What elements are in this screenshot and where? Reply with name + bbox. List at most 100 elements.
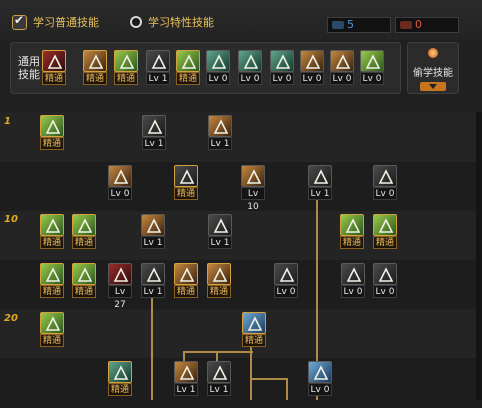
skill-slot[interactable]: Lv 0 [341,263,365,298]
skill-slot[interactable]: Lv 0 [300,50,324,85]
skill-icon [242,312,266,334]
skill-slot[interactable]: Lv 1 [208,115,232,150]
skill-slot[interactable]: 精通 [83,50,107,85]
skill-slot[interactable]: 精通 [72,263,96,298]
skill-level-tag: Lv 1 [174,383,198,396]
skill-icon [308,165,332,187]
steal-skill-label: 偷学技能 [413,68,453,79]
skill-level-tag: 精通 [42,72,66,85]
skill-icon [40,214,64,236]
skill-slot[interactable]: Lv 0 [360,50,384,85]
skill-icon [300,50,324,72]
connector-line [151,294,153,400]
skill-level-tag: 精通 [174,285,198,298]
skill-level-tag: 精通 [373,236,397,249]
skill-level-tag: 精通 [176,72,200,85]
skill-slot[interactable]: Lv 1 [174,361,198,396]
level-marker-1: 1 [4,116,11,127]
skill-icon [40,263,64,285]
skill-slot[interactable]: Lv 0 [108,165,132,200]
skill-level-tag: Lv 1 [141,285,165,298]
skill-level-tag: Lv 0 [373,187,397,200]
skill-slot[interactable]: 精通 [40,312,64,347]
skill-level-tag: Lv 0 [206,72,230,85]
skill-level-tag: Lv 0 [308,383,332,396]
skill-slot[interactable]: Lv 0 [373,263,397,298]
skill-icon [146,50,170,72]
sp-icon [332,21,344,29]
skill-slot[interactable]: 精通 [242,312,266,347]
skill-level-tag: Lv 0 [300,72,324,85]
skill-icon [373,214,397,236]
skill-level-tag: Lv 0 [330,72,354,85]
skill-level-tag: 精通 [40,236,64,249]
skill-level-tag: 精通 [340,236,364,249]
top-bar: 学习普通技能 学习特性技能 5 0 [0,0,482,40]
checkbox-icon [12,13,27,30]
skill-level-tag: 精通 [72,236,96,249]
skill-level-tag: 精通 [40,137,64,150]
skill-slot[interactable]: Lv 0 [206,50,230,85]
skill-slot[interactable]: 精通 [176,50,200,85]
skill-slot[interactable]: 精通 [72,214,96,249]
skill-slot[interactable]: Lv 0 [238,50,262,85]
skill-icon [108,165,132,187]
tab-common-skills[interactable]: 学习普通技能 [12,13,99,30]
skill-slot[interactable]: Lv 10 [241,165,265,212]
skill-slot[interactable]: 精通 [42,50,66,85]
skill-slot[interactable]: Lv 0 [330,50,354,85]
skill-slot[interactable]: 精通 [373,214,397,249]
skill-slot[interactable]: Lv 1 [141,214,165,249]
skill-slot[interactable]: 精通 [40,115,64,150]
sp-value: 5 [347,18,354,31]
skill-slot[interactable]: Lv 0 [270,50,294,85]
skill-icon [114,50,138,72]
connector-line [286,378,288,400]
skill-slot[interactable]: Lv 1 [308,165,332,200]
skill-slot[interactable]: Lv 0 [274,263,298,298]
skill-slot[interactable]: Lv 1 [208,214,232,249]
steal-skill-button[interactable]: 偷学技能 [407,42,459,94]
skill-icon [176,50,200,72]
skill-level-tag: 精通 [207,285,231,298]
skill-level-tag: 精通 [114,72,138,85]
skill-slot[interactable]: Lv 0 [373,165,397,200]
skill-icon [142,115,166,137]
tab-special-label: 学习特性技能 [148,16,214,29]
skill-level-tag: 精通 [40,285,64,298]
skill-level-tag: Lv 0 [341,285,365,298]
skill-slot[interactable]: 精通 [108,361,132,396]
skill-icon [40,312,64,334]
skill-slot[interactable]: Lv 1 [146,50,170,85]
skill-level-tag: Lv 1 [141,236,165,249]
skill-level-tag: Lv 1 [208,236,232,249]
skill-slot[interactable]: Lv 1 [141,263,165,298]
skill-icon [373,263,397,285]
skill-slot[interactable]: Lv 1 [207,361,231,396]
skill-slot[interactable]: 精通 [174,165,198,200]
skill-level-tag: Lv 0 [373,285,397,298]
skill-icon [108,263,132,285]
dropdown-arrow-icon[interactable] [420,82,446,91]
skill-slot[interactable]: 精通 [174,263,198,298]
skill-icon [206,50,230,72]
skill-slot[interactable]: 精通 [40,214,64,249]
tab-special-skills[interactable]: 学习特性技能 [130,14,214,30]
skill-slot[interactable]: Lv 27 [108,263,132,310]
skill-slot[interactable]: Lv 1 [142,115,166,150]
skill-slot[interactable]: Lv 0 [308,361,332,396]
skill-level-tag: 精通 [108,383,132,396]
skill-level-tag: Lv 1 [142,137,166,150]
tree-row-25 [0,358,482,408]
skill-level-tag: 精通 [83,72,107,85]
skill-level-tag: Lv 1 [208,137,232,150]
skill-slot[interactable]: 精通 [207,263,231,298]
skill-icon [208,214,232,236]
skill-slot[interactable]: 精通 [40,263,64,298]
skill-slot[interactable]: 精通 [340,214,364,249]
scrollbar[interactable] [476,112,482,400]
skill-level-tag: Lv 1 [207,383,231,396]
skill-icon [341,263,365,285]
skill-slot[interactable]: 精通 [114,50,138,85]
skill-level-tag: Lv 0 [274,285,298,298]
